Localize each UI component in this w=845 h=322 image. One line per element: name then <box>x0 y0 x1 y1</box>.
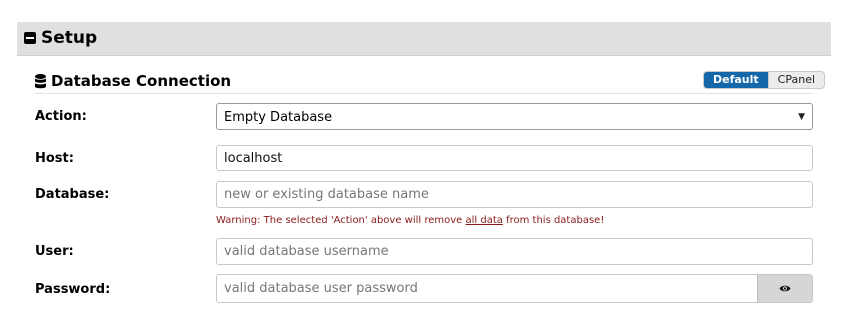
action-label: Action: <box>35 109 87 124</box>
caret-down-icon: ▼ <box>798 112 805 122</box>
action-warning-message: Warning: The selected 'Action' above wil… <box>216 214 604 227</box>
user-input[interactable] <box>216 238 813 265</box>
eye-icon <box>779 285 791 292</box>
show-password-button[interactable] <box>757 275 812 302</box>
password-field <box>216 274 813 303</box>
password-label: Password: <box>35 282 111 297</box>
minus-square-icon[interactable] <box>24 32 36 44</box>
user-label: User: <box>35 244 74 259</box>
setup-section-header[interactable]: Setup <box>17 22 831 56</box>
setup-title: Setup <box>41 28 98 48</box>
password-input[interactable] <box>217 275 758 302</box>
action-select[interactable]: Empty Database ▼ <box>216 103 813 130</box>
mode-default-button[interactable]: Default <box>704 72 768 88</box>
database-label: Database: <box>35 187 110 202</box>
host-label: Host: <box>35 151 74 166</box>
warning-text-end: from this database! <box>502 215 605 226</box>
database-icon <box>35 74 46 89</box>
section-divider <box>35 93 813 94</box>
mode-cpanel-button[interactable]: CPanel <box>767 72 825 88</box>
database-connection-title: Database Connection <box>51 72 232 90</box>
host-input[interactable] <box>216 145 813 171</box>
warning-text-start: Warning: The selected 'Action' above wil… <box>216 215 466 226</box>
action-select-value: Empty Database <box>224 110 333 125</box>
all-data-link[interactable]: all data <box>466 215 503 226</box>
connection-mode-toggle[interactable]: Default CPanel <box>703 71 826 89</box>
database-name-input[interactable] <box>216 181 813 208</box>
